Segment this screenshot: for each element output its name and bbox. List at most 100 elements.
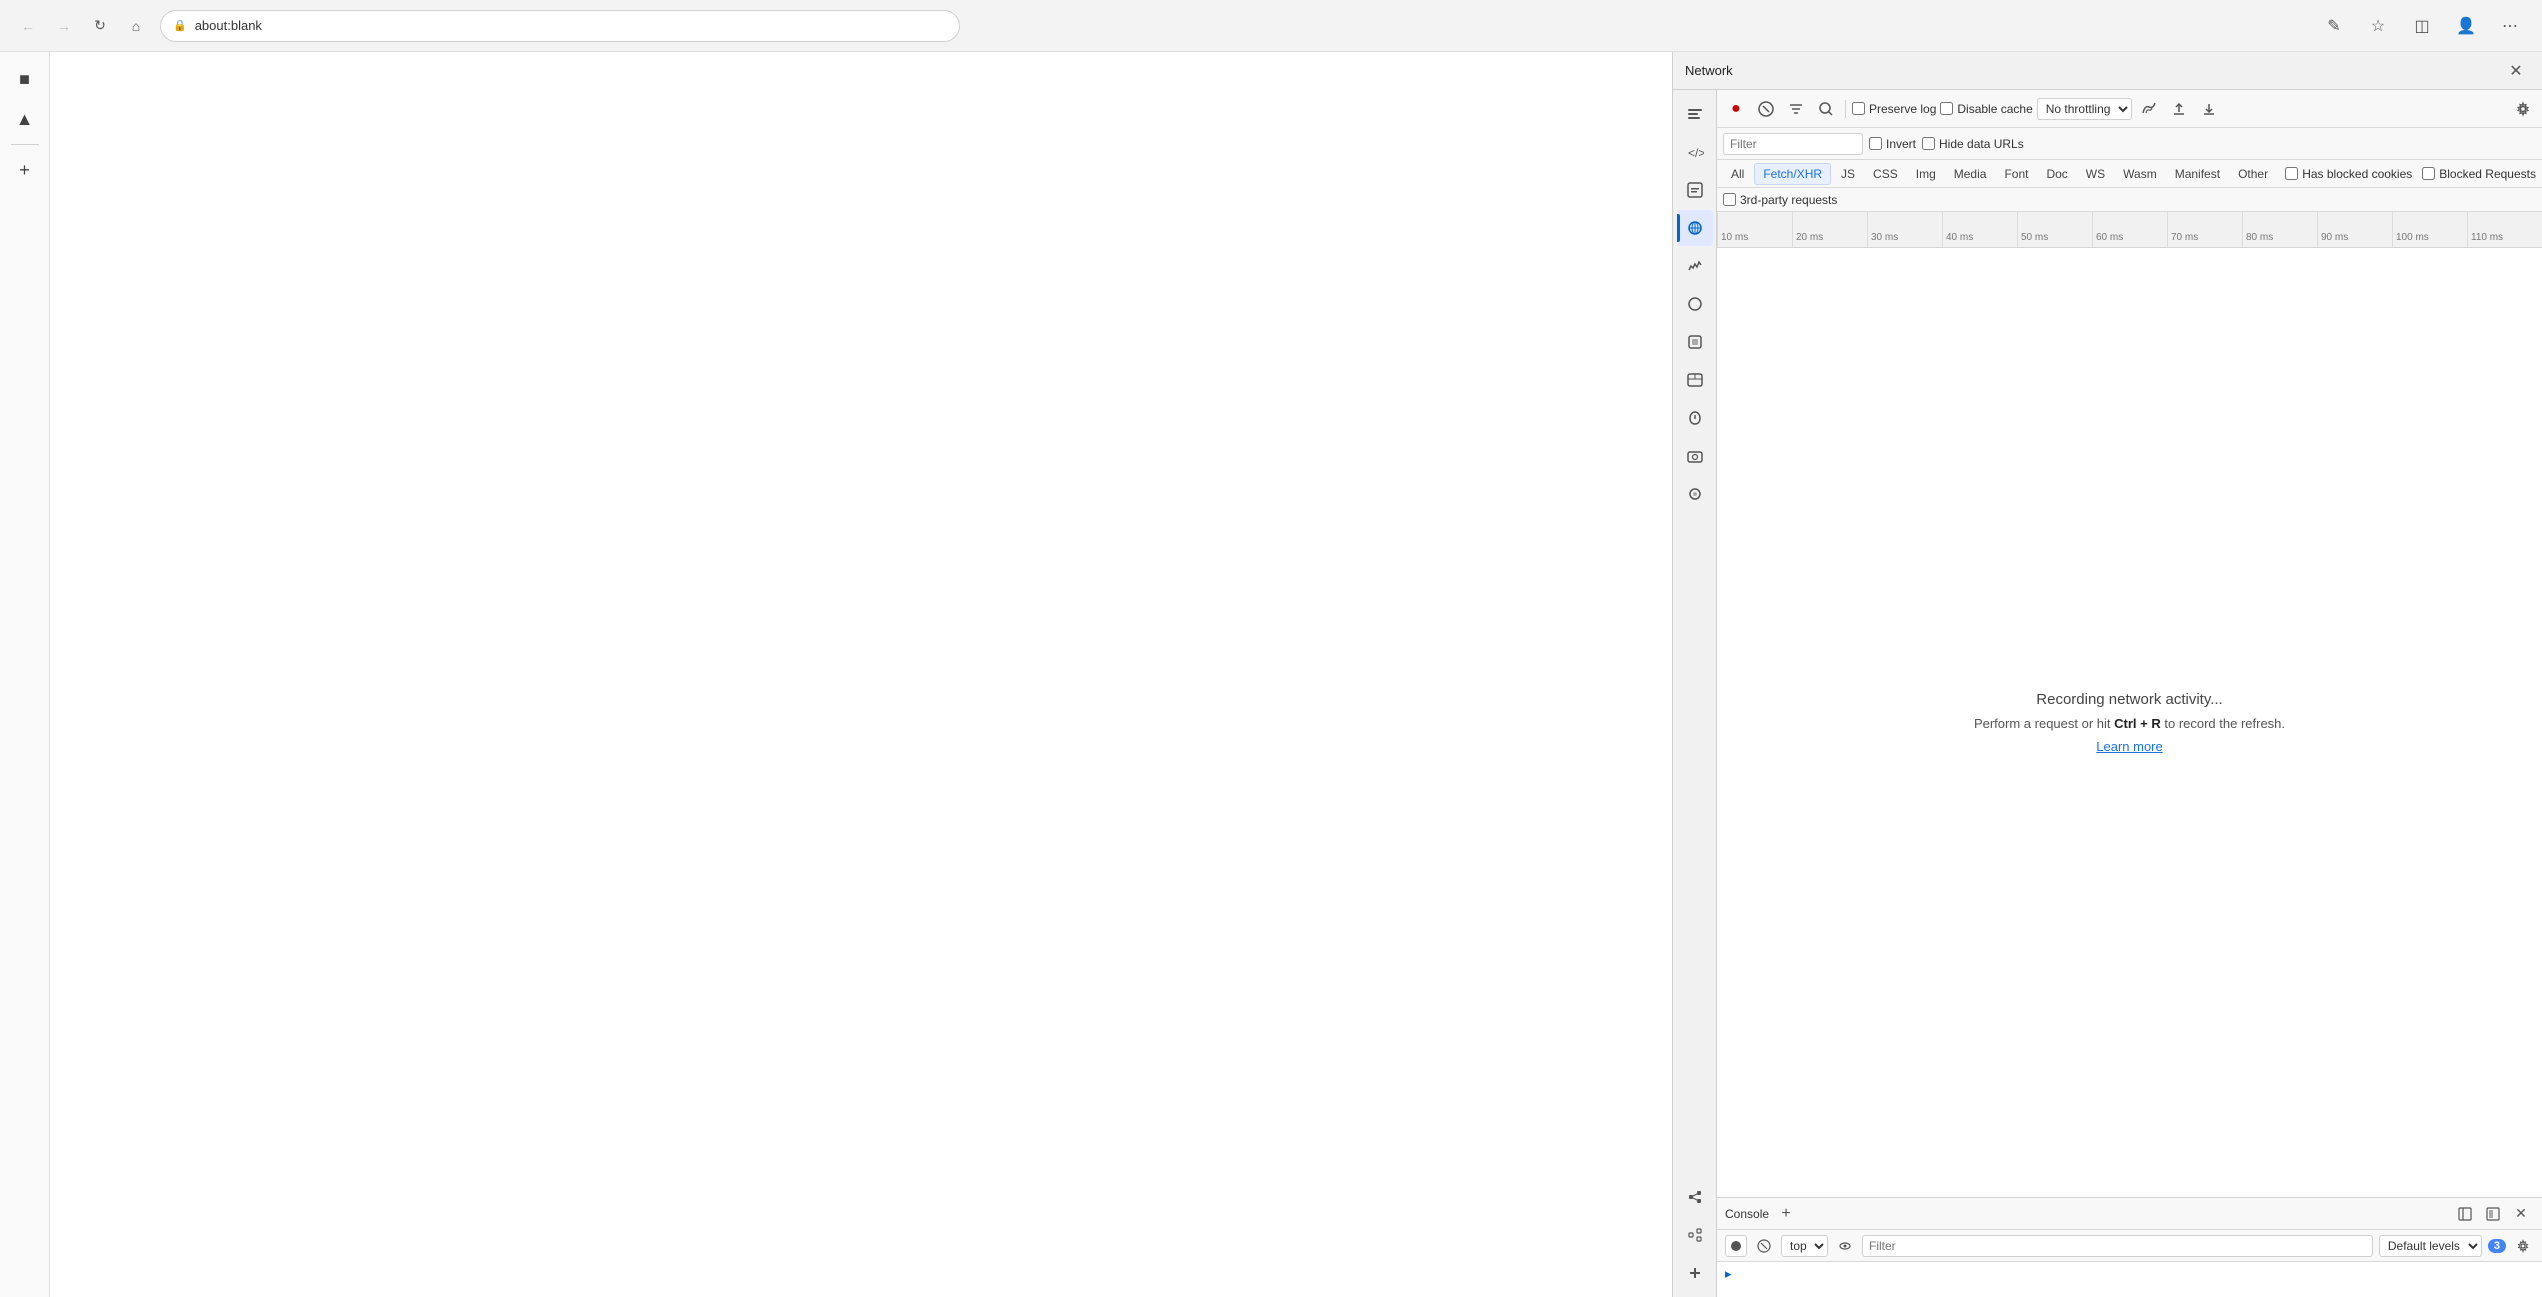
search-button[interactable]: [1813, 96, 1839, 122]
network-conditions-button[interactable]: [2136, 96, 2162, 122]
timeline-tick-60ms: 60 ms: [2092, 212, 2167, 247]
browser-sidebar-icon-1[interactable]: ▲: [6, 100, 44, 138]
forward-button[interactable]: →: [48, 10, 80, 42]
type-tab-doc[interactable]: Doc: [2038, 163, 2075, 185]
browser-sidebar-add[interactable]: +: [6, 151, 44, 189]
invert-label[interactable]: Invert: [1869, 137, 1916, 151]
disable-cache-label[interactable]: Disable cache: [1940, 102, 2032, 116]
console-clear-button[interactable]: [1753, 1235, 1775, 1257]
address-bar[interactable]: 🔒 about:blank: [160, 10, 960, 42]
favorites-button[interactable]: ☆: [2358, 10, 2398, 42]
has-blocked-cookies-text: Has blocked cookies: [2302, 167, 2412, 181]
extensions-button[interactable]: ✎: [2314, 10, 2354, 42]
network-third-party-row: 3rd-party requests: [1717, 188, 2542, 212]
console-eye-button[interactable]: [1834, 1235, 1856, 1257]
throttle-select[interactable]: No throttling: [2037, 98, 2132, 120]
console-dock-right-button[interactable]: [2480, 1201, 2506, 1227]
console-dock-left-button[interactable]: [2452, 1201, 2478, 1227]
devtools-panel: Network ✕ </>: [1672, 52, 2542, 1297]
console-close-button[interactable]: ✕: [2508, 1201, 2534, 1227]
type-tab-css[interactable]: CSS: [1865, 163, 1906, 185]
hide-data-urls-checkbox[interactable]: [1922, 137, 1935, 150]
timeline-tick-40ms: 40 ms: [1942, 212, 2017, 247]
hint-text-prefix: Perform a request or hit: [1974, 716, 2111, 731]
devtools-body: </>: [1673, 90, 2542, 1297]
browser-sidebar-icon-0[interactable]: ■: [6, 60, 44, 98]
preserve-log-text: Preserve log: [1869, 102, 1936, 116]
disable-cache-text: Disable cache: [1957, 102, 2032, 116]
type-tab-fetch-xhr[interactable]: Fetch/XHR: [1754, 163, 1831, 185]
has-blocked-cookies-label[interactable]: Has blocked cookies: [2285, 167, 2412, 181]
console-add-tab-button[interactable]: +: [1775, 1203, 1797, 1225]
devtools-close-button[interactable]: ✕: [2502, 57, 2530, 85]
type-tab-all[interactable]: All: [1723, 163, 1752, 185]
svg-text:</>: </>: [1688, 146, 1704, 160]
devtools-tab-add[interactable]: [1677, 1255, 1713, 1291]
devtools-tab-recorder[interactable]: [1677, 438, 1713, 474]
nav-buttons: ← → ↻ ⌂: [12, 10, 152, 42]
settings-menu-button[interactable]: ⋯: [2490, 10, 2530, 42]
timeline-tick-110ms: 110 ms: [2467, 212, 2542, 247]
type-tab-js[interactable]: JS: [1833, 163, 1863, 185]
devtools-tab-sources[interactable]: [1677, 172, 1713, 208]
record-button[interactable]: ●: [1723, 96, 1749, 122]
download-button[interactable]: [2196, 96, 2222, 122]
hint-text-suffix: to record the refresh.: [2164, 716, 2285, 731]
devtools-tab-css-overview[interactable]: [1677, 476, 1713, 512]
devtools-tab-console[interactable]: </>: [1677, 134, 1713, 170]
disable-cache-checkbox[interactable]: [1940, 102, 1953, 115]
devtools-tab-network[interactable]: [1677, 210, 1713, 246]
devtools-settings-button[interactable]: [2510, 96, 2536, 122]
console-settings-button[interactable]: [2512, 1235, 2534, 1257]
hint-text: Perform a request or hit Ctrl + R to rec…: [1974, 716, 2285, 731]
filter-button[interactable]: [1783, 96, 1809, 122]
invert-checkbox[interactable]: [1869, 137, 1882, 150]
type-tab-wasm[interactable]: Wasm: [2115, 163, 2165, 185]
type-tab-manifest[interactable]: Manifest: [2167, 163, 2228, 185]
console-level-select[interactable]: Default levels: [2379, 1235, 2482, 1257]
devtools-tab-more1[interactable]: [1677, 1179, 1713, 1215]
hide-data-urls-label[interactable]: Hide data URLs: [1922, 137, 2024, 151]
devtools-tab-application[interactable]: [1677, 324, 1713, 360]
preserve-log-checkbox[interactable]: [1852, 102, 1865, 115]
console-tab-label: Console: [1725, 1207, 1769, 1221]
timeline-tick-10ms: 10 ms: [1717, 212, 1792, 247]
type-tab-font[interactable]: Font: [1996, 163, 2036, 185]
filter-input[interactable]: [1723, 133, 1863, 155]
devtools-tab-more2[interactable]: [1677, 1217, 1713, 1253]
type-tab-media[interactable]: Media: [1946, 163, 1995, 185]
clear-button[interactable]: [1753, 96, 1779, 122]
blocked-requests-label[interactable]: Blocked Requests: [2422, 167, 2536, 181]
hint-shortcut: Ctrl + R: [2114, 716, 2161, 731]
console-filter-bar: top Default levels 3: [1717, 1230, 2542, 1262]
has-blocked-cookies-checkbox[interactable]: [2285, 167, 2298, 180]
console-context-select[interactable]: top: [1781, 1235, 1828, 1257]
console-filter-input[interactable]: [1862, 1235, 2373, 1257]
devtools-tab-security[interactable]: [1677, 362, 1713, 398]
learn-more-button[interactable]: Learn more: [2096, 739, 2162, 754]
browser-sidebar: ■ ▲ +: [0, 52, 50, 1297]
upload-button[interactable]: [2166, 96, 2192, 122]
console-dock-buttons: ✕: [2452, 1201, 2534, 1227]
console-panel: Console + ✕: [1717, 1197, 2542, 1297]
devtools-title: Network: [1685, 63, 2494, 78]
devtools-tab-memory[interactable]: [1677, 286, 1713, 322]
devtools-tab-elements[interactable]: [1677, 96, 1713, 132]
type-tab-ws[interactable]: WS: [2078, 163, 2113, 185]
back-button[interactable]: ←: [12, 10, 44, 42]
console-record-button[interactable]: [1725, 1235, 1747, 1257]
preserve-log-label[interactable]: Preserve log: [1852, 102, 1936, 116]
timeline-tick-20ms: 20 ms: [1792, 212, 1867, 247]
reload-button[interactable]: ↻: [84, 10, 116, 42]
third-party-checkbox[interactable]: [1723, 193, 1736, 206]
type-tab-other[interactable]: Other: [2230, 163, 2276, 185]
collections-button[interactable]: ◫: [2402, 10, 2442, 42]
invert-text: Invert: [1886, 137, 1916, 151]
type-tab-img[interactable]: Img: [1908, 163, 1944, 185]
home-button[interactable]: ⌂: [120, 10, 152, 42]
devtools-tab-performance[interactable]: [1677, 248, 1713, 284]
console-prompt-icon[interactable]: ▸: [1725, 1266, 1732, 1282]
blocked-requests-checkbox[interactable]: [2422, 167, 2435, 180]
devtools-tab-lighthouse[interactable]: [1677, 400, 1713, 436]
profile-button[interactable]: 👤: [2446, 10, 2486, 42]
